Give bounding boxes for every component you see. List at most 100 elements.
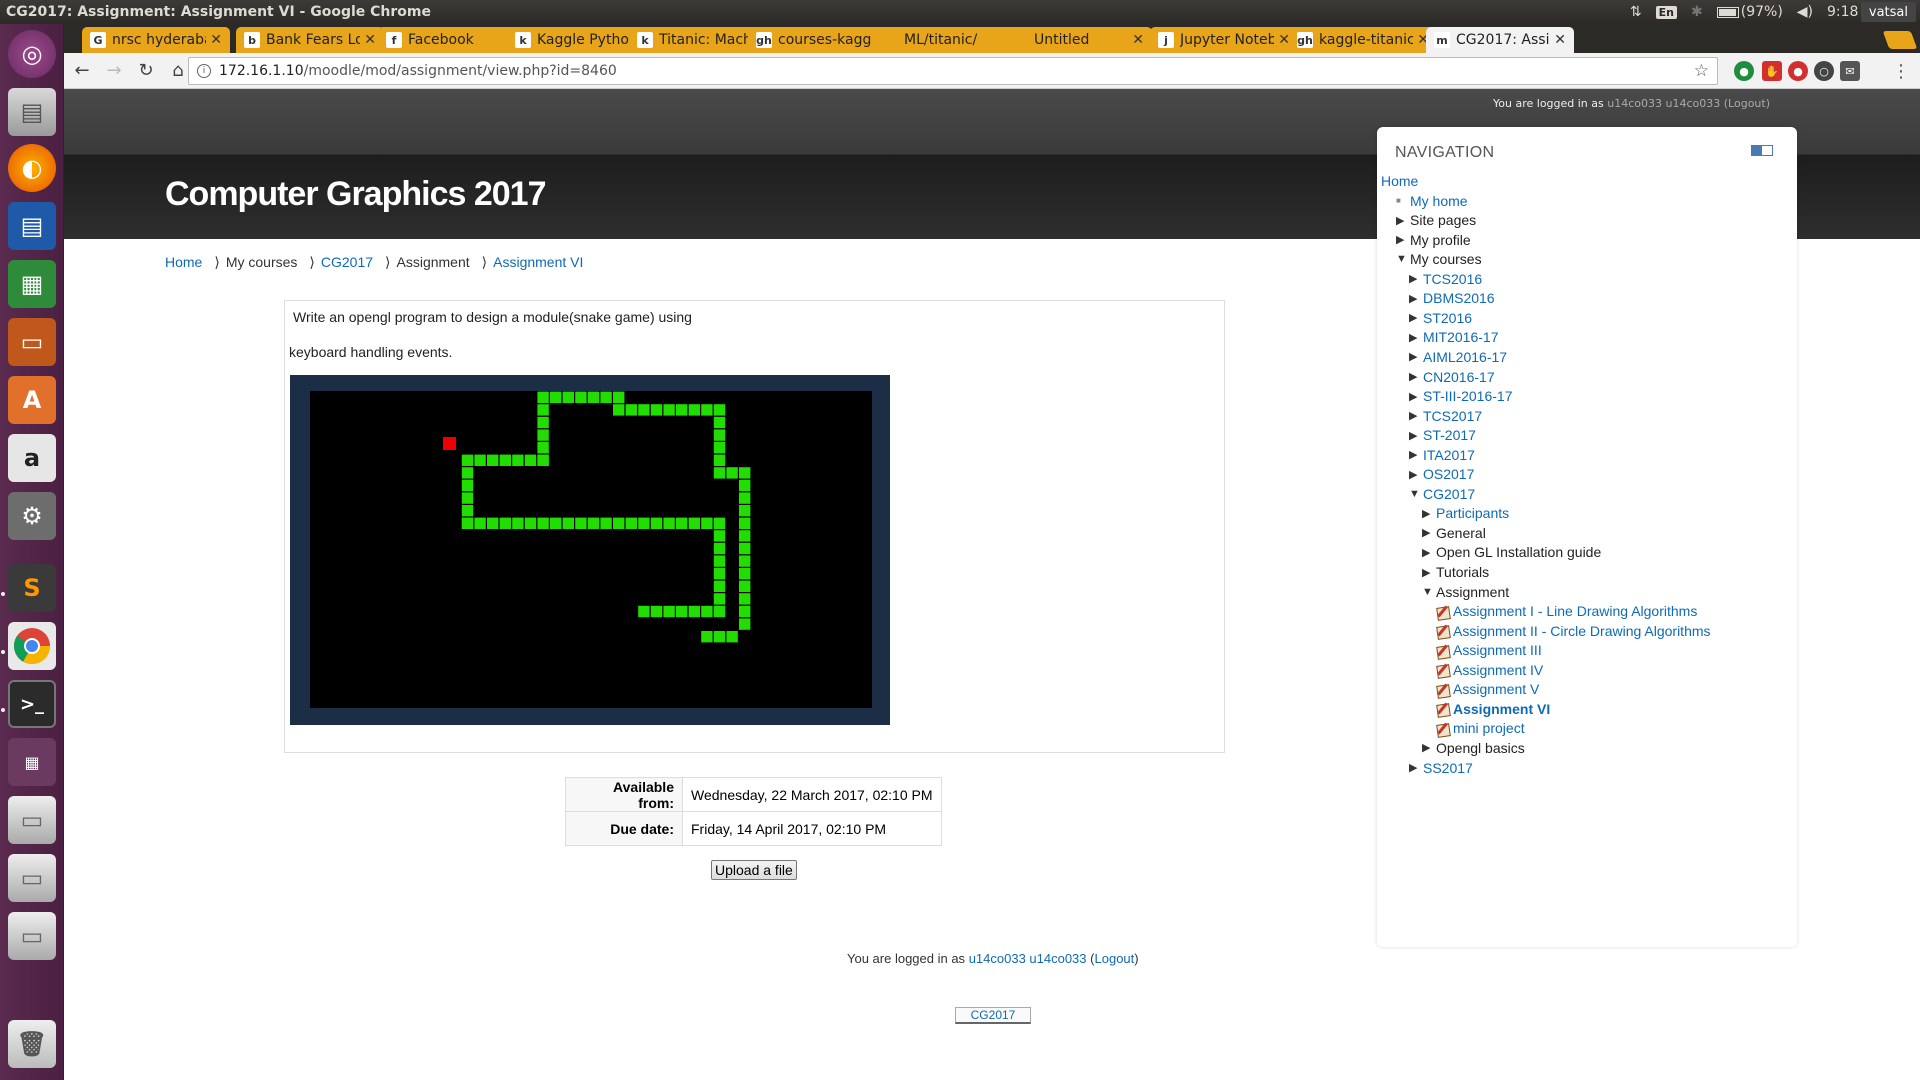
nav-item[interactable]: ▼ My courses	[1396, 249, 1482, 269]
chrome-menu-icon[interactable]: ⋮	[1892, 61, 1910, 82]
breadcrumb-item[interactable]: Assignment VI	[493, 254, 583, 271]
browser-tab[interactable]: Gnrsc hyderabad✕	[82, 27, 230, 53]
tab-close-icon[interactable]: ✕	[364, 32, 376, 48]
volume-icon[interactable]: ◀)	[1797, 4, 1813, 20]
page-info-icon[interactable]: i	[197, 64, 211, 78]
new-tab-button[interactable]	[1882, 31, 1918, 49]
drive-icon[interactable]: ▭	[8, 912, 56, 960]
snake-segment	[739, 517, 751, 529]
ubuntu-dash-icon[interactable]: ◎	[8, 30, 56, 78]
extension-mail-icon[interactable]: ✉	[1840, 61, 1860, 81]
nav-item[interactable]: ▶ Open GL Installation guide	[1422, 542, 1601, 562]
snake-segment	[739, 618, 751, 630]
keyboard-layout-indicator[interactable]: En	[1655, 5, 1677, 19]
address-bar[interactable]: i 172.16.1.10/moodle/mod/assignment/view…	[188, 57, 1718, 85]
files-icon[interactable]: ▤	[8, 88, 56, 136]
sublime-text-icon[interactable]: S	[8, 564, 56, 612]
browser-tab[interactable]: ML/titanic/✕	[874, 27, 1022, 53]
nav-item[interactable]: Home	[1381, 171, 1418, 191]
nav-item[interactable]: ▶ ST-2017	[1409, 425, 1476, 445]
nav-item[interactable]: Assignment IV	[1435, 660, 1543, 680]
nav-item[interactable]: ▶ Participants	[1422, 503, 1509, 523]
nav-item[interactable]: ■ My home	[1396, 191, 1468, 211]
nav-item[interactable]: mini project	[1435, 718, 1525, 738]
system-settings-icon[interactable]: ⚙	[8, 492, 56, 540]
browser-tab[interactable]: jJupyter Notebo✕	[1150, 27, 1298, 53]
footer-user-link[interactable]: u14co033 u14co033	[969, 951, 1087, 966]
browser-tab[interactable]: gh kaggle-titanic/✕	[1289, 27, 1437, 53]
upload-file-button[interactable]: Upload a file	[711, 860, 797, 880]
nav-item-label: Assignment II - Circle Drawing Algorithm…	[1453, 622, 1711, 639]
nav-item[interactable]: ▼ Assignment	[1422, 582, 1509, 602]
tab-strip: Gnrsc hyderabad✕bBank Fears Loan✕fFacebo…	[64, 24, 1920, 53]
extension-new-icon[interactable]: ●	[1734, 61, 1754, 81]
profile-button[interactable]: vatsal	[1860, 2, 1916, 22]
browser-tab[interactable]: Untitled ✕	[1004, 27, 1152, 53]
collapsed-triangle-icon: ▶	[1409, 292, 1418, 305]
nav-item[interactable]: Assignment V	[1435, 679, 1539, 699]
extension-shield-icon[interactable]: ●	[1788, 61, 1808, 81]
bookmark-star-icon[interactable]: ☆	[1694, 61, 1709, 81]
nav-item[interactable]: ▶ ITA2017	[1409, 445, 1475, 465]
battery-indicator[interactable]: (97%)	[1716, 4, 1783, 20]
dock-block-icon[interactable]	[1751, 145, 1773, 156]
nav-item[interactable]: ▶ MIT2016-17	[1409, 327, 1498, 347]
workspace-switcher-icon[interactable]: ▦	[8, 738, 56, 786]
bluetooth-icon[interactable]: ✱	[1691, 4, 1703, 20]
nav-item[interactable]: ▼ CG2017	[1409, 484, 1475, 504]
footer-course-button[interactable]: CG2017	[955, 1007, 1031, 1024]
nav-item-label: ITA2017	[1423, 446, 1475, 463]
browser-tab[interactable]: m CG2017: Assign✕	[1426, 27, 1574, 53]
tab-close-icon[interactable]: ✕	[1554, 32, 1566, 48]
logout-link[interactable]: (Logout)	[1724, 97, 1770, 110]
user-profile-link[interactable]: u14co033 u14co033	[1607, 97, 1720, 110]
drive-icon[interactable]: ▭	[8, 796, 56, 844]
tab-close-icon[interactable]: ✕	[1132, 32, 1144, 48]
network-transfer-icon[interactable]: ⇅	[1630, 4, 1642, 20]
nav-item[interactable]: Assignment II - Circle Drawing Algorithm…	[1435, 621, 1711, 641]
nav-item[interactable]: ▶ ST2016	[1409, 308, 1472, 328]
extension-adblock-icon[interactable]: ✋	[1762, 61, 1782, 81]
nav-item[interactable]: ▶ DBMS2016	[1409, 288, 1495, 308]
libreoffice-impress-icon[interactable]: ▭	[8, 318, 56, 366]
snake-segment	[739, 605, 751, 618]
amazon-icon[interactable]: a	[8, 434, 56, 482]
nav-item[interactable]: Assignment I - Line Drawing Algorithms	[1435, 601, 1697, 621]
tab-close-icon[interactable]: ✕	[210, 32, 222, 48]
collapsed-triangle-icon: ▶	[1409, 371, 1418, 383]
nav-item[interactable]: ▶ OS2017	[1409, 464, 1474, 484]
breadcrumb-item[interactable]: CG2017	[321, 254, 373, 271]
libreoffice-calc-icon[interactable]: ▦	[8, 260, 56, 308]
nav-item[interactable]: ▶ TCS2016	[1409, 269, 1482, 289]
nav-item[interactable]: ▶ ST-III-2016-17	[1409, 386, 1513, 406]
trash-icon[interactable]: 🗑	[8, 1020, 56, 1068]
breadcrumb-item[interactable]: Home	[165, 254, 202, 271]
nav-item[interactable]: ▶ General	[1422, 523, 1486, 543]
nav-item[interactable]: ▶ Site pages	[1396, 210, 1476, 230]
nav-item[interactable]: ▶ SS2017	[1409, 758, 1473, 778]
terminal-icon[interactable]: >_	[8, 680, 56, 728]
chrome-icon[interactable]	[8, 622, 56, 670]
drive-icon[interactable]: ▭	[8, 854, 56, 902]
nav-item[interactable]: ▶ AIML2016-17	[1409, 347, 1507, 367]
nav-item[interactable]: ▶ TCS2017	[1409, 406, 1482, 426]
nav-item[interactable]: ▶ Opengl basics	[1422, 738, 1525, 758]
back-button[interactable]: ←	[68, 57, 96, 85]
reload-button[interactable]: ↻	[132, 57, 160, 85]
nav-item-label: mini project	[1453, 720, 1525, 737]
footer-paren-close: )	[1134, 951, 1139, 966]
nav-item[interactable]: ▶ Tutorials	[1422, 562, 1489, 582]
nav-item-label: Assignment III	[1453, 642, 1542, 659]
extension-circle-icon[interactable]: ○	[1814, 61, 1834, 81]
browser-tab[interactable]: b Bank Fears Loan✕	[236, 27, 384, 53]
nav-item[interactable]: Assignment III	[1435, 640, 1542, 660]
software-center-icon[interactable]: A	[8, 376, 56, 424]
libreoffice-writer-icon[interactable]: ▤	[8, 202, 56, 250]
nav-item[interactable]: ▶ CN2016-17	[1409, 367, 1495, 387]
forward-button[interactable]: →	[100, 57, 128, 85]
nav-item[interactable]: Assignment VI	[1435, 699, 1550, 719]
browser-tab[interactable]: fFacebook✕	[378, 27, 526, 53]
nav-item[interactable]: ▶ My profile	[1396, 230, 1471, 250]
footer-logout-link[interactable]: Logout	[1095, 951, 1135, 966]
firefox-icon[interactable]: ◐	[8, 144, 56, 192]
